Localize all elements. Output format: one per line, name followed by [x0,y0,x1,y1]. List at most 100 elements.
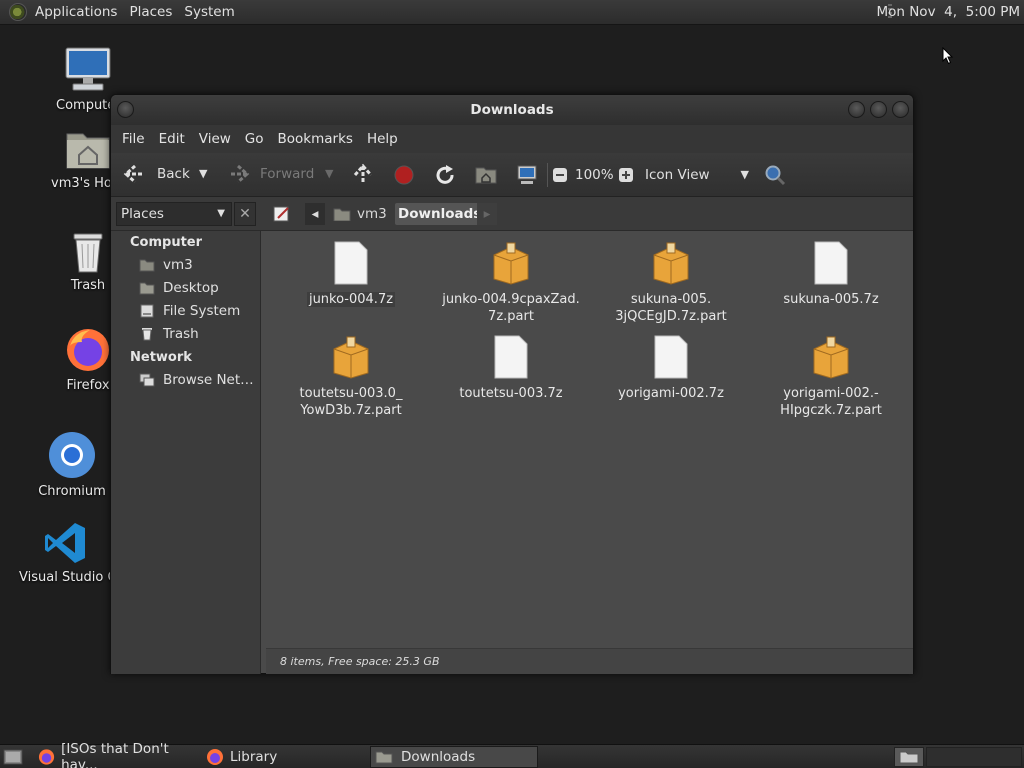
sidebar-pane-select[interactable]: Places ▼ [116,202,232,226]
forward-button[interactable]: Forward [226,163,314,185]
desktop-icon [139,282,155,295]
applications-menu[interactable]: Applications [29,4,123,20]
back-button[interactable]: Back [123,163,190,185]
zoom-out-icon[interactable] [552,167,568,183]
firefox-icon [207,749,223,765]
trash-icon [73,233,103,273]
toolbar-separator [547,163,548,187]
desktop-icon-chromium[interactable]: Chromium [27,430,117,499]
window-titlebar[interactable]: Downloads [111,95,913,125]
sidebar-item-vm3[interactable]: vm3 [139,257,193,273]
breadcrumb-right-arrow[interactable]: ▸ [477,203,497,225]
document-file-icon [494,335,528,379]
document-file-icon [814,241,848,285]
folder-icon [899,751,919,764]
sidebar-item-label: File System [163,303,241,319]
package-icon [813,336,849,379]
chromium-icon [49,432,95,478]
workspace-switcher[interactable] [894,747,924,767]
package-icon [333,336,369,379]
places-sidebar: Computer vm3 Desktop File System Trash N… [111,231,261,674]
location-bar: Places ▼ ✕ ◂ vm3 Downloads ▸ [111,197,913,231]
back-arrow-icon [123,164,144,184]
vscode-icon [45,523,85,563]
search-icon[interactable] [764,164,786,186]
taskbar-item-label: Library [230,749,278,765]
file-item[interactable]: sukuna-005. 3jQCEgJD.7z.part [596,241,746,325]
file-item[interactable]: yorigami-002.7z [596,335,746,402]
back-history-dropdown[interactable]: ▼ [199,167,207,180]
edit-location-icon[interactable] [272,204,292,224]
window-menu-button[interactable] [117,101,134,118]
breadcrumb-vm3[interactable]: vm3 [333,203,387,225]
menu-view[interactable]: View [192,131,238,147]
view-mode-select[interactable]: Icon View ▼ [645,167,749,183]
close-sidebar-button[interactable]: ✕ [234,202,256,226]
desktop-icon-label: Chromium [38,484,106,499]
file-manager-window: Downloads File Edit View Go Bookmarks He… [110,94,914,674]
home-icon [139,259,155,272]
document-file-icon [334,241,368,285]
firefox-icon [67,329,109,371]
home-folder-icon[interactable] [475,165,497,185]
sidebar-item-filesystem[interactable]: File System [139,303,240,319]
sidebar-item-label: vm3 [163,257,193,273]
breadcrumb-left-arrow[interactable]: ◂ [305,203,325,225]
up-arrow-icon[interactable] [352,163,374,187]
home-icon [333,208,351,221]
menu-help[interactable]: Help [360,131,405,147]
taskbar-item-isos[interactable]: [ISOs that Don't hav... [38,741,202,768]
computer-icon [65,47,111,91]
distro-logo-icon[interactable] [9,3,27,21]
show-desktop-icon[interactable] [3,748,23,766]
sidebar-item-label: Trash [163,326,199,342]
file-item[interactable]: toutetsu-003.0_ YowD3b.7z.part [276,335,426,419]
file-name: toutetsu-003.0_ YowD3b.7z.part [299,386,403,418]
desktop-icon-vscode[interactable]: Visual Studio Code [17,520,113,585]
menu-go[interactable]: Go [238,131,271,147]
sidebar-section-network: Network [130,350,192,365]
file-item[interactable]: yorigami-002.- HIpgczk.7z.part [756,335,906,419]
close-button[interactable] [892,101,909,118]
stop-icon[interactable] [394,165,414,185]
maximize-button[interactable] [870,101,887,118]
clock[interactable]: Mon Nov 4, 5:00 PM [876,4,1020,20]
sidebar-item-trash[interactable]: Trash [139,326,199,342]
breadcrumb-downloads[interactable]: Downloads [395,203,485,225]
forward-history-dropdown[interactable]: ▼ [325,167,333,180]
computer-icon[interactable] [516,164,538,186]
file-icon-view: junko-004.7z junko-004.9cpaxZad. 7z.part… [266,231,913,648]
sidebar-item-browse-network[interactable]: Browse Net… [139,372,254,388]
minimize-button[interactable] [848,101,865,118]
package-icon [653,242,689,285]
chevron-down-icon: ▼ [740,168,749,181]
home-folder-icon [66,133,110,169]
breadcrumb-label: Downloads [398,206,482,222]
file-item[interactable]: sukuna-005.7z [756,241,906,308]
taskbar-item-library[interactable]: Library [206,746,366,768]
workspace-2[interactable] [926,747,1022,767]
firefox-icon [38,749,55,765]
places-menu[interactable]: Places [123,4,178,20]
status-bar: 8 items, Free space: 25.3 GB [266,648,913,674]
sidebar-item-desktop[interactable]: Desktop [139,280,219,296]
file-name: sukuna-005. 3jQCEgJD.7z.part [615,292,727,324]
menu-file[interactable]: File [115,131,152,147]
taskbar-item-label: [ISOs that Don't hav... [61,741,169,768]
system-menu[interactable]: System [178,4,240,20]
zoom-in-icon[interactable] [618,167,634,183]
file-item[interactable]: junko-004.9cpaxZad. 7z.part [436,241,586,325]
zoom-level[interactable]: 100% [575,167,614,183]
menu-edit[interactable]: Edit [152,131,192,147]
reload-icon[interactable] [434,164,456,186]
file-item[interactable]: toutetsu-003.7z [436,335,586,402]
forward-arrow-icon [229,164,250,184]
taskbar-item-downloads[interactable]: Downloads [370,746,538,768]
desktop-icon-label: Computer [56,98,116,113]
view-mode-label: Icon View [645,167,710,183]
network-icon [139,373,155,387]
menubar: File Edit View Go Bookmarks Help [111,125,913,153]
menu-bookmarks[interactable]: Bookmarks [271,131,360,147]
desktop-icon-label: vm3's Home [51,176,111,191]
file-item[interactable]: junko-004.7z [276,241,426,308]
